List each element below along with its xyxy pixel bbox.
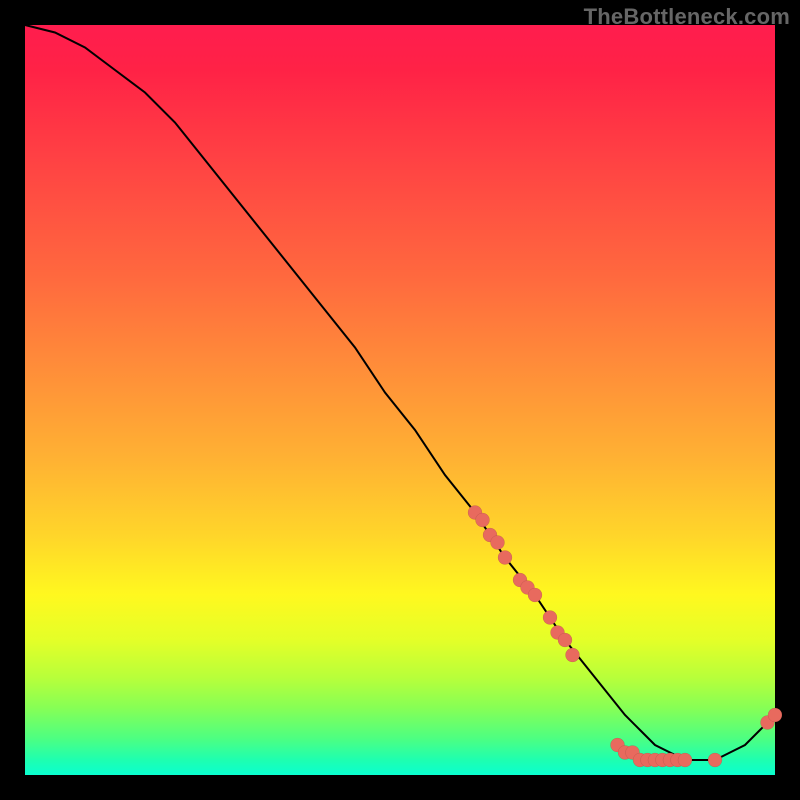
data-point [566,648,580,662]
data-point [491,536,505,550]
data-point [543,611,557,625]
data-point [498,551,512,565]
data-point [708,753,722,767]
data-points-group [468,506,782,768]
data-point [528,588,542,602]
data-point [476,513,490,527]
data-point [678,753,692,767]
chart-overlay [25,25,775,775]
bottleneck-curve [25,25,775,760]
watermark-text: TheBottleneck.com [584,4,790,30]
data-point [558,633,572,647]
data-point [768,708,782,722]
chart-frame: TheBottleneck.com [0,0,800,800]
